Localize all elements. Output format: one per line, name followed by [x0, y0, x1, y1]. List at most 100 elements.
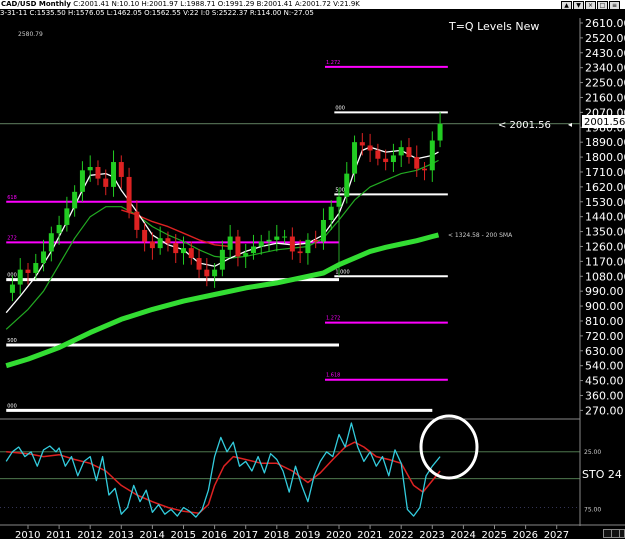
candle-body: [406, 147, 412, 158]
corner-value: 2580.79: [18, 31, 43, 38]
candle-body: [181, 248, 186, 254]
fib-level-label: 000: [335, 105, 345, 111]
oscillator-label: STO 24: [582, 468, 622, 481]
candle-body: [212, 269, 218, 277]
candle-body: [149, 241, 155, 249]
candles: [9, 112, 443, 302]
candle-body: [258, 241, 264, 247]
scroll-end-button[interactable]: [619, 529, 625, 538]
candle-body: [48, 233, 54, 252]
stochastic-oscillator: 25.00 75.00: [0, 422, 601, 518]
candle-body: [9, 284, 15, 293]
candle-body: [367, 145, 373, 151]
fib-level-label: 272: [7, 235, 17, 241]
candle-body: [414, 157, 420, 169]
candle-body: [165, 238, 171, 244]
fib-level-label: 500: [335, 187, 345, 193]
fib-level-label: 1.000: [335, 269, 349, 275]
candle-body: [422, 168, 428, 171]
candle-body: [56, 224, 62, 234]
header-bar: CAD/USD Monthly C:2001.41 N:10.10 H:2001…: [0, 0, 625, 9]
y-tick-label: 2160.00: [585, 91, 625, 104]
y-tick-label: 1620.00: [585, 181, 625, 194]
candle-body: [126, 176, 132, 212]
candle-body: [336, 196, 342, 207]
candle-body: [204, 269, 210, 277]
axes: 2610.00 2520.00 2430.00 2340.00 2250.002160.…: [0, 17, 625, 539]
candle-body: [235, 236, 241, 257]
candle-body: [103, 178, 109, 187]
y-tick-label: 2610.00: [585, 17, 625, 30]
x-tick-label: 2010: [15, 530, 40, 539]
candle-body: [134, 211, 140, 230]
candle-body: [344, 173, 350, 197]
scroll-down-icon[interactable]: ▼: [573, 1, 584, 9]
candle-body: [243, 253, 249, 257]
chart-title: T=Q Levels New: [448, 20, 539, 33]
y-tick-label: 2340.00: [585, 62, 625, 75]
y-tick-label: 2250.00: [585, 77, 625, 90]
candle-body: [17, 269, 23, 285]
y-tick-label: 2430.00: [585, 47, 625, 60]
fib-level-label: 618: [7, 195, 17, 201]
close-icon[interactable]: ×: [585, 1, 596, 9]
y-tick-label: 1170.00: [585, 255, 625, 268]
sma-label: < 1324.58 - 200 SMA: [448, 232, 513, 239]
x-tick-label: 2012: [77, 530, 102, 539]
x-tick-label: 2015: [171, 530, 196, 539]
y-tick-label: 900.00: [585, 300, 624, 313]
candle-body: [219, 249, 225, 270]
x-tick-label: 2016: [202, 530, 227, 539]
x-tick-label: 2018: [264, 530, 289, 539]
candle-body: [390, 155, 396, 163]
candle-body: [398, 147, 404, 156]
x-tick-label: 2027: [544, 530, 569, 539]
y-tick-label: 1710.00: [585, 166, 625, 179]
y-tick-label: 1440.00: [585, 211, 625, 224]
stoch-d-line: [6, 441, 441, 514]
price-annotation: < 2001.56: [498, 120, 551, 131]
candle-body: [250, 246, 256, 254]
maximize-icon[interactable]: □: [597, 1, 608, 9]
x-tick-label: 2019: [295, 530, 320, 539]
candle-body: [359, 142, 365, 146]
osc-tick-label: 25.00: [584, 449, 601, 456]
osc-tick-label: 75.00: [584, 506, 601, 513]
fib-level-label: 1.272: [326, 60, 340, 66]
candle-body: [289, 236, 295, 252]
scroll-up-icon[interactable]: ▲: [561, 1, 572, 9]
x-tick-label: 2013: [108, 530, 133, 539]
candle-body: [41, 251, 47, 264]
y-tick-label: 720.00: [585, 330, 624, 343]
candle-body: [352, 142, 358, 174]
fib-level-label: 1.618: [326, 373, 340, 379]
candle-body: [111, 162, 117, 187]
candle-body: [188, 248, 194, 259]
price-pointer: ◂: [568, 120, 572, 129]
candle-body: [79, 170, 85, 192]
y-tick-label: 360.00: [585, 389, 624, 402]
y-tick-label: 540.00: [585, 360, 624, 373]
candle-body: [87, 167, 93, 171]
candle-body: [118, 162, 124, 177]
y-tick-label: 630.00: [585, 345, 624, 358]
y-tick-label: 990.00: [585, 285, 624, 298]
y-tick-label: 450.00: [585, 375, 624, 388]
sub-readout: 3-31-11 C:1535.50 H:1576.05 L:1462.05 O:…: [0, 9, 314, 17]
y-tick-label: 1350.00: [585, 226, 625, 239]
candle-body: [282, 236, 288, 238]
highlight-circle: [419, 414, 479, 480]
candle-body: [33, 263, 39, 273]
candle-body: [266, 239, 272, 242]
menu-icon[interactable]: ≡: [609, 1, 620, 9]
candle-body: [328, 206, 334, 220]
candle-body: [320, 219, 326, 242]
y-tick-label: 270.00: [585, 404, 624, 417]
candle-body: [227, 236, 233, 250]
candle-body: [274, 236, 280, 240]
candle-body: [173, 243, 179, 254]
chart-canvas: 1.2720005001.0001.2721.61861827200050000…: [0, 17, 625, 539]
y-tick-label: 1530.00: [585, 196, 625, 209]
x-tick-label: 2022: [388, 530, 413, 539]
y-tick-label: 1800.00: [585, 151, 625, 164]
